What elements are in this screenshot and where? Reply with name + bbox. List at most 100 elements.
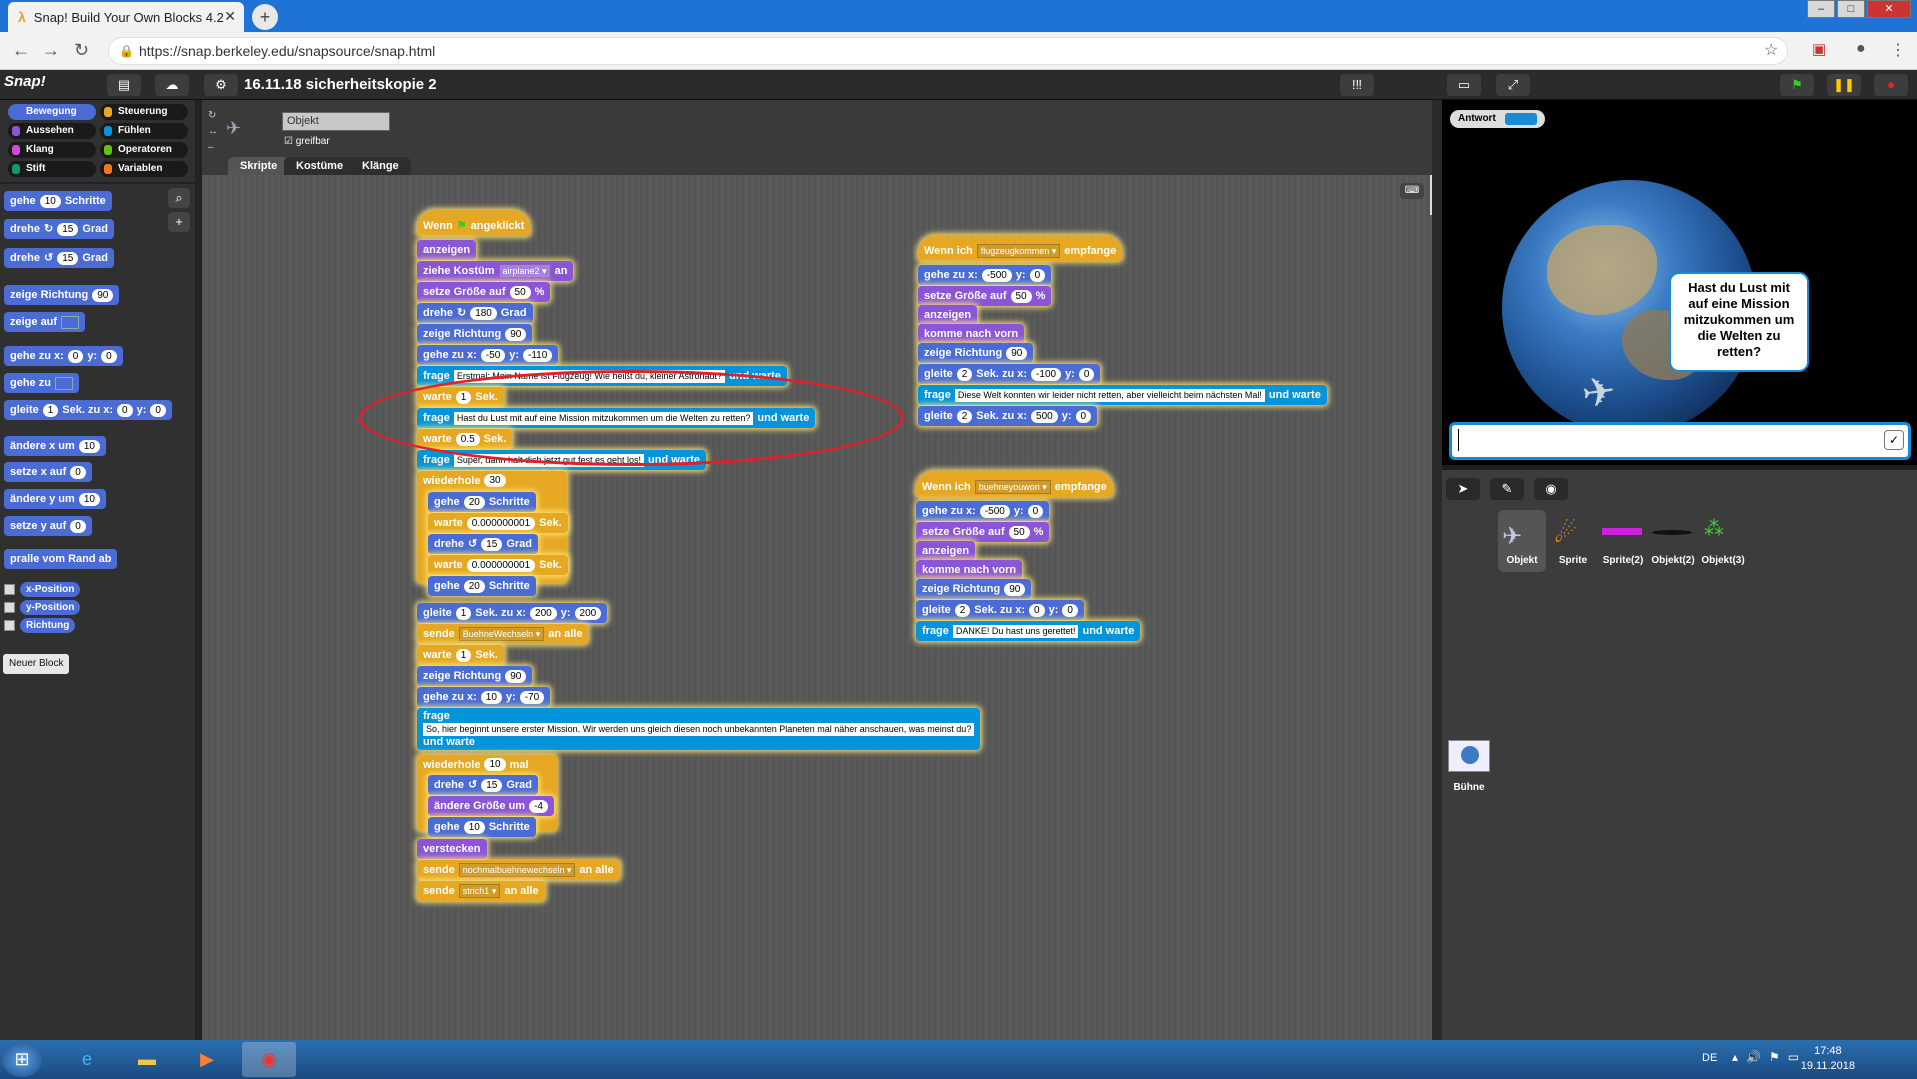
block-wait-1[interactable]: warte 1 Sek. [417,645,504,665]
block-goto-xy[interactable]: gehe zu x: -50 y: -110 [417,345,559,365]
palette-turn-right-block[interactable]: drehe ↻ 15 Grad [4,219,114,239]
menu-icon[interactable]: ⋮ [1890,40,1906,60]
tab-klaenge[interactable]: Klänge [350,157,411,175]
block-move-20[interactable]: gehe 20 Schritte [428,492,536,512]
maximize-button[interactable]: □ [1837,0,1865,18]
explorer-folder-icon[interactable]: ▬ [120,1042,174,1077]
block-goto-xy-2[interactable]: gehe zu x: 10 y: -70 [417,687,551,707]
block-hide[interactable]: verstecken [417,839,487,859]
reload-icon[interactable]: ↻ [74,40,89,61]
forward-icon[interactable]: → [42,40,60,61]
language-indicator[interactable]: DE [1702,1052,1717,1064]
s3-goto-xy[interactable]: gehe zu x: -500 y: 0 [916,501,1050,521]
block-wait-tiny-1[interactable]: warte 0.000000001 Sek. [428,513,568,533]
sprite-name-field[interactable]: Objekt [282,112,390,131]
stepping-icon[interactable]: !‼ [1340,74,1374,96]
extension-icon[interactable]: ▣ [1812,40,1826,58]
close-window-button[interactable]: ✕ [1867,0,1911,18]
watcher-checkbox-x[interactable] [4,584,15,595]
s3-ask[interactable]: frage DANKE! Du hast uns gerettet! und war… [916,621,1141,641]
paint-brush-icon[interactable]: ✎ [1490,478,1524,500]
watcher-checkbox-y[interactable] [4,602,15,613]
category-stift[interactable]: Stift [8,161,96,177]
add-turtle-sprite-icon[interactable]: ➤ [1446,478,1480,500]
category-bewegung[interactable]: Bewegung [8,104,96,120]
sprite2-thumb[interactable] [1602,528,1642,535]
block-move-20-b[interactable]: gehe 20 Schritte [428,576,536,596]
sprite-comet-thumb-icon[interactable]: ☄ [1554,518,1577,549]
submit-answer-check-icon[interactable]: ✓ [1884,430,1904,450]
s3-show[interactable]: anzeigen [916,541,976,561]
palette-turn-left-block[interactable]: drehe ↺ 15 Grad [4,248,114,268]
palette-glide-block[interactable]: gleite 1 Sek. zu x: 0 y: 0 [4,400,172,420]
airplane-sprite-icon[interactable]: ✈ [1579,368,1619,418]
presentation-mode-icon[interactable]: ⤢ [1496,74,1530,96]
ie-icon[interactable]: e [60,1042,114,1077]
s2-glide-out[interactable]: gleite 2 Sek. zu x: 500 y: 0 [918,406,1098,426]
search-blocks-icon[interactable]: ⌕ [168,188,190,208]
block-point-direction-2[interactable]: zeige Richtung 90 [417,666,533,686]
block-glide[interactable]: gleite 1 Sek. zu x: 200 y: 200 [417,603,608,623]
block-broadcast-buehne[interactable]: sendeBuehneWechselnan alle [417,624,589,644]
stage-splitter[interactable] [1432,100,1442,1040]
block-switch-costume[interactable]: ziehe Kostümairplane2an [417,261,574,281]
snap-logo[interactable]: Snap! [4,73,46,90]
palette-set-x-block[interactable]: setze x auf 0 [4,462,92,482]
palette-point-direction-block[interactable]: zeige Richtung 90 [4,285,120,305]
chrome-icon[interactable]: ◉ [242,1042,296,1077]
sprite-objekt-thumb-icon[interactable]: ✈ [1502,522,1522,551]
s3-front[interactable]: komme nach vorn [916,560,1023,580]
minimize-button[interactable]: – [1807,0,1835,18]
palette-point-to-block[interactable]: zeige auf [4,312,86,332]
block-wait-tiny-2[interactable]: warte 0.000000001 Sek. [428,555,568,575]
tab-skripte[interactable]: Skripte [228,157,290,175]
s2-ask[interactable]: frage Diese Welt konnten wir leider nicht… [918,385,1327,405]
ask-answer-input[interactable]: ✓ [1449,422,1911,460]
profile-icon[interactable]: ● [1856,40,1866,58]
url-field[interactable]: 🔒 https://snap.berkeley.edu/snapsource/s… [108,37,1788,65]
tab-close-icon[interactable]: ✕ [224,8,236,25]
s3-glide[interactable]: gleite 2 Sek. zu x: 0 y: 0 [916,600,1084,620]
block-turn-15-b[interactable]: drehe ↺ 15 Grad [428,775,538,795]
s3-set-size[interactable]: setze Größe auf 50% [916,522,1050,542]
palette-bounce-block[interactable]: pralle vom Rand ab [4,549,118,569]
when-receive-buehneyouwon-hat[interactable]: Wenn ichbuehneyouwonempfange [916,471,1113,497]
tab-kostueme[interactable]: Kostüme [284,157,356,175]
palette-goto-block[interactable]: gehe zu [4,373,79,393]
start-button-icon[interactable]: ⊞ [2,1042,42,1077]
palette-direction-reporter[interactable]: Richtung [20,618,76,633]
block-broadcast-strich[interactable]: sendestrich1an alle [417,881,545,901]
camera-icon[interactable]: ◉ [1534,478,1568,500]
block-turn[interactable]: drehe ↻ 180 Grad [417,303,533,323]
objekt2-thumb[interactable] [1652,530,1692,535]
category-operatoren[interactable]: Operatoren [100,142,188,158]
keyboard-entry-icon[interactable]: ⌨ [1400,183,1424,199]
when-flag-clicked-hat[interactable]: Wenn ⚑ angeklickt [417,210,531,236]
file-icon[interactable]: ▤ [107,74,141,96]
block-show[interactable]: anzeigen [417,240,477,260]
script-area[interactable]: ⌨ Wenn ⚑ angeklickt anzeigen ziehe Kostüm a… [202,175,1432,1040]
green-flag-icon[interactable]: ⚑ [1780,74,1814,96]
s2-point-direction[interactable]: zeige Richtung 90 [918,343,1034,363]
palette-set-y-block[interactable]: setze y auf 0 [4,516,92,536]
objekt3-thumb-icon[interactable]: ⁂ [1704,516,1726,541]
palette-change-x-block[interactable]: ändere x um 10 [4,436,106,456]
watcher-checkbox-direction[interactable] [4,620,15,631]
s2-goto-xy[interactable]: gehe zu x: -500 y: 0 [918,265,1052,285]
category-klang[interactable]: Klang [8,142,96,158]
browser-tab[interactable]: λ Snap! Build Your Own Blocks 4.2 ✕ [8,2,244,32]
tray-icons[interactable]: ▴🔊⚑▭ [1732,1050,1807,1064]
normal-stage-icon[interactable]: ▭ [1447,74,1481,96]
bookmark-star-icon[interactable]: ☆ [1764,40,1778,60]
new-block-button[interactable]: Neuer Block [3,654,70,674]
palette-change-y-block[interactable]: ändere y um 10 [4,489,106,509]
category-fuehlen[interactable]: Fühlen [100,123,188,139]
palette-y-position-reporter[interactable]: y-Position [20,600,81,615]
system-clock[interactable]: 17:48 19.11.2018 [1801,1044,1855,1074]
category-variablen[interactable]: Variablen [100,161,188,177]
category-aussehen[interactable]: Aussehen [8,123,96,139]
back-icon[interactable]: ← [12,40,30,61]
media-player-icon[interactable]: ▶ [180,1042,234,1077]
block-ask-planet[interactable]: frage So, hier beginnt unsere erster Miss… [417,708,981,750]
s2-set-size[interactable]: setze Größe auf 50% [918,286,1052,306]
